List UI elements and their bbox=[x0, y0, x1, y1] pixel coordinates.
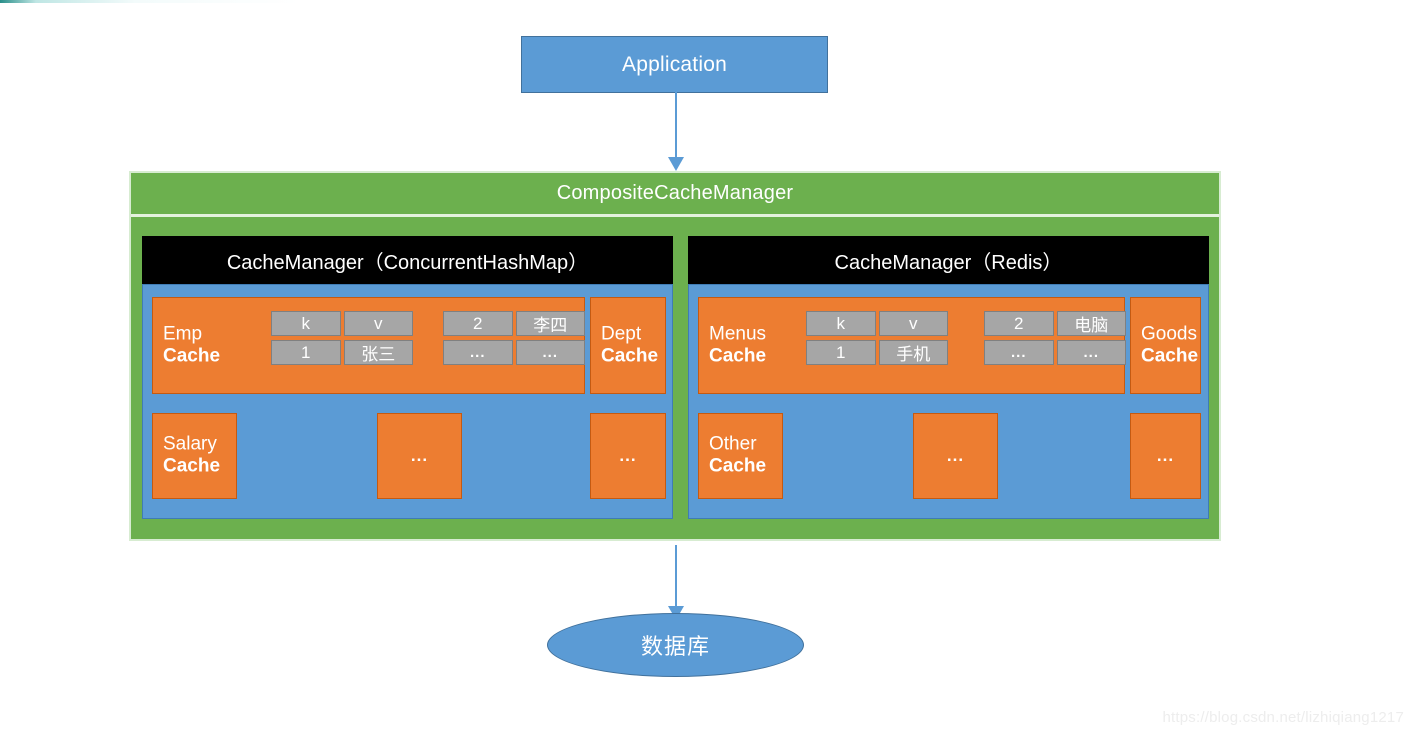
watermark: https://blog.csdn.net/lizhiqiang1217 bbox=[1162, 709, 1404, 726]
kv-cell: v bbox=[343, 311, 413, 336]
menus-kv-grid-right: 2 电脑 ... ... bbox=[984, 311, 1126, 365]
kv-cell: 1 bbox=[271, 340, 341, 365]
goods-cache-label: Goods Cache bbox=[1141, 323, 1198, 368]
kv-cell: k bbox=[806, 311, 876, 336]
goods-cache-tile[interactable]: Goods Cache bbox=[1130, 297, 1201, 394]
cache-manager-body: Menus Cache k v 1 手机 2 电脑 ... ... Goods … bbox=[688, 284, 1209, 519]
emp-cache-name: Emp bbox=[163, 323, 203, 345]
top-edge-artifact bbox=[0, 0, 300, 3]
composite-separator bbox=[131, 214, 1219, 217]
kv-cell: 2 bbox=[984, 311, 1054, 336]
kv-cell: v bbox=[878, 311, 948, 336]
database-label: 数据库 bbox=[640, 634, 710, 659]
other-cache-label: Other Cache bbox=[709, 434, 766, 479]
placeholder-cache-tile-end[interactable]: ... bbox=[1130, 413, 1201, 499]
other-cache-name: Other bbox=[709, 433, 757, 455]
composite-cache-manager: CompositeCacheManager CacheManager（Concu… bbox=[129, 171, 1221, 541]
dept-cache-label: Dept Cache bbox=[601, 323, 658, 368]
placeholder-dots: ... bbox=[619, 446, 637, 465]
salary-cache-label: Salary Cache bbox=[163, 434, 220, 479]
salary-cache-name: Salary bbox=[163, 433, 217, 455]
placeholder-dots: ... bbox=[410, 446, 429, 465]
menus-cache-label: Menus Cache bbox=[709, 323, 766, 368]
kv-cell: 2 bbox=[443, 311, 513, 336]
emp-cache-type: Cache bbox=[163, 345, 221, 367]
placeholder-dots: ... bbox=[1156, 446, 1175, 465]
emp-cache-tile[interactable]: Emp Cache k v 1 张三 2 李四 ... ... bbox=[152, 297, 585, 394]
salary-cache-type: Cache bbox=[163, 456, 221, 477]
application-box: Application bbox=[521, 36, 828, 93]
menus-cache-tile[interactable]: Menus Cache k v 1 手机 2 电脑 ... ... bbox=[698, 297, 1126, 394]
emp-kv-grid-right: 2 李四 ... ... bbox=[443, 311, 585, 365]
diagram-canvas: Application CompositeCacheManager CacheM… bbox=[0, 0, 1412, 736]
other-cache-tile[interactable]: Other Cache bbox=[698, 413, 783, 499]
cache-manager-concurrenthashmap: CacheManager（ConcurrentHashMap） Emp Cach… bbox=[142, 236, 673, 519]
kv-cell: k bbox=[271, 311, 341, 336]
kv-cell: 李四 bbox=[515, 311, 585, 336]
placeholder-cache-tile-mid[interactable]: ... bbox=[377, 413, 462, 499]
kv-cell: ... bbox=[443, 340, 513, 365]
kv-cell: ... bbox=[515, 340, 585, 365]
kv-cell: ... bbox=[1056, 340, 1126, 365]
menus-cache-type: Cache bbox=[709, 345, 767, 367]
placeholder-cache-tile-mid[interactable]: ... bbox=[913, 413, 998, 499]
arrow-composite-to-database bbox=[668, 545, 684, 620]
placeholder-dots: ... bbox=[946, 446, 965, 465]
kv-cell: 1 bbox=[806, 340, 876, 365]
dept-cache-tile[interactable]: Dept Cache bbox=[590, 297, 666, 394]
cache-manager-redis: CacheManager（Redis） Menus Cache k v 1 手机… bbox=[688, 236, 1209, 519]
placeholder-cache-tile-end[interactable]: ... bbox=[590, 413, 666, 499]
cache-manager-header: CacheManager（ConcurrentHashMap） bbox=[142, 236, 673, 284]
emp-cache-label: Emp Cache bbox=[163, 323, 220, 368]
kv-cell: 张三 bbox=[343, 340, 413, 365]
goods-cache-name: Goods bbox=[1141, 323, 1197, 345]
kv-cell: 手机 bbox=[878, 340, 948, 365]
cache-manager-header: CacheManager（Redis） bbox=[688, 236, 1209, 284]
goods-cache-type: Cache bbox=[1141, 345, 1199, 367]
dept-cache-name: Dept bbox=[601, 323, 642, 345]
salary-cache-tile[interactable]: Salary Cache bbox=[152, 413, 237, 499]
database-ellipse: 数据库 bbox=[547, 613, 804, 677]
arrow-application-to-composite bbox=[668, 92, 684, 171]
kv-cell: ... bbox=[984, 340, 1054, 365]
menus-kv-grid-left: k v 1 手机 bbox=[806, 311, 948, 365]
dept-cache-type: Cache bbox=[601, 345, 659, 367]
composite-title: CompositeCacheManager bbox=[556, 182, 794, 204]
application-label: Application bbox=[622, 52, 727, 76]
kv-cell: 电脑 bbox=[1056, 311, 1126, 336]
cache-manager-body: Emp Cache k v 1 张三 2 李四 ... ... Dept Cac… bbox=[142, 284, 673, 519]
emp-kv-grid-left: k v 1 张三 bbox=[271, 311, 413, 365]
other-cache-type: Cache bbox=[709, 456, 767, 477]
menus-cache-name: Menus bbox=[709, 323, 767, 345]
